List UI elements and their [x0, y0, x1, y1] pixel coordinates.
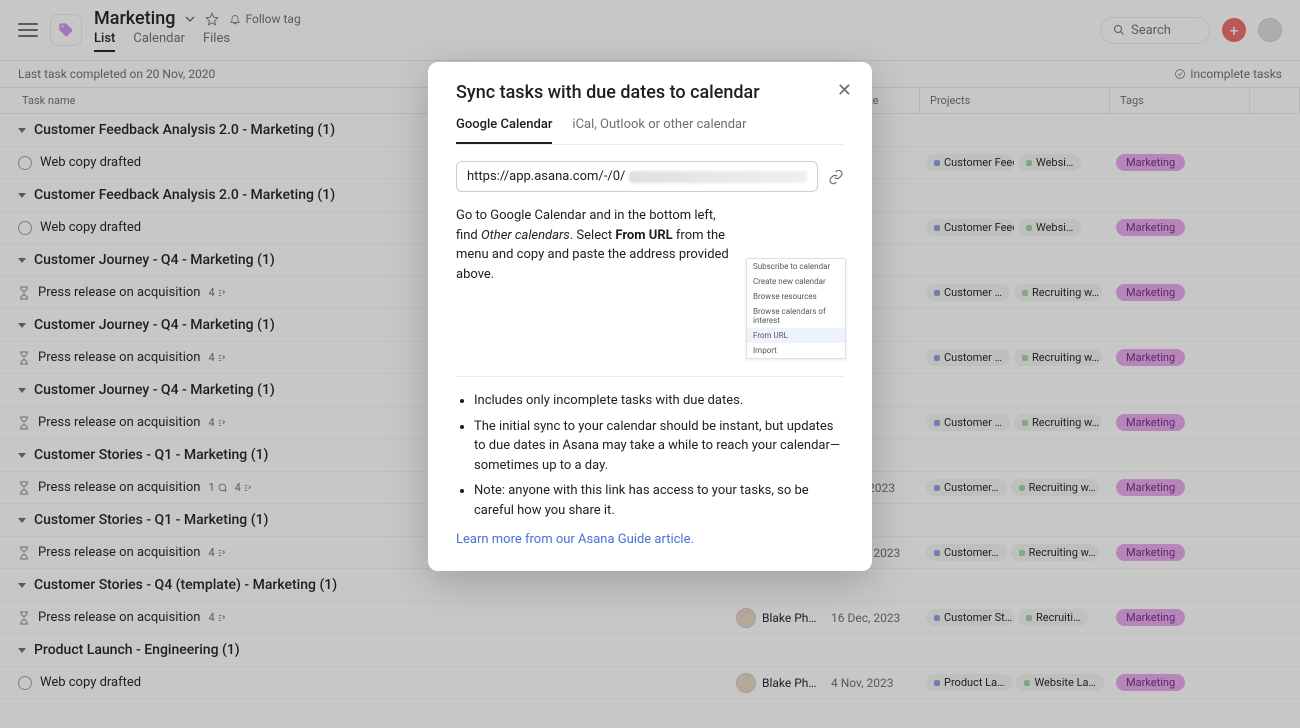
url-redacted — [629, 171, 807, 183]
gcal-menu-item: From URL — [747, 328, 845, 343]
gcal-menu-item: Import — [747, 343, 845, 358]
gcal-menu-illustration: Subscribe to calendarCreate new calendar… — [746, 258, 846, 359]
info-bullet: The initial sync to your calendar should… — [474, 417, 844, 476]
gcal-menu-item: Subscribe to calendar — [747, 259, 845, 274]
close-icon[interactable]: ✕ — [837, 80, 852, 101]
url-prefix: https://app.asana.com/-/0/ — [467, 169, 625, 184]
gcal-menu-item: Browse calendars of interest — [747, 304, 845, 328]
gcal-menu-item: Create new calendar — [747, 274, 845, 289]
modal-overlay[interactable]: ✕ Sync tasks with due dates to calendar … — [0, 0, 1300, 728]
modal-tabs: Google Calendar iCal, Outlook or other c… — [456, 117, 844, 145]
sync-calendar-modal: ✕ Sync tasks with due dates to calendar … — [428, 62, 872, 571]
info-bullets: Includes only incomplete tasks with due … — [456, 391, 844, 520]
info-bullet: Note: anyone with this link has access t… — [474, 481, 844, 520]
tab-google-calendar[interactable]: Google Calendar — [456, 117, 552, 144]
info-bullet: Includes only incomplete tasks with due … — [474, 391, 844, 411]
copy-link-icon[interactable] — [828, 169, 844, 185]
sync-url-input[interactable]: https://app.asana.com/-/0/ — [456, 161, 818, 192]
gcal-menu-item: Browse resources — [747, 289, 845, 304]
tab-other-calendar[interactable]: iCal, Outlook or other calendar — [572, 117, 746, 144]
divider — [456, 376, 844, 377]
modal-title: Sync tasks with due dates to calendar — [456, 82, 844, 103]
learn-more-link[interactable]: Learn more from our Asana Guide article. — [456, 532, 844, 547]
